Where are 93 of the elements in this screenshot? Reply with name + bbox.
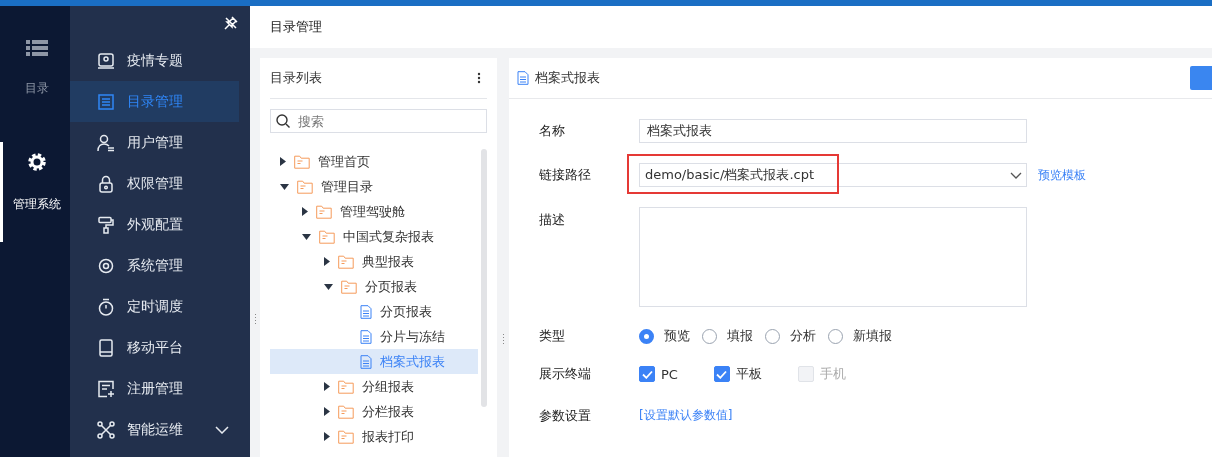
more-icon[interactable] [477,72,481,84]
description-field[interactable] [639,207,1027,307]
monitor-icon [97,51,115,70]
radio-button[interactable] [639,328,654,344]
chevron-down-icon [1010,171,1022,179]
name-field[interactable]: 档案式报表 [639,119,1027,143]
list-icon [97,92,115,111]
nav-item[interactable]: 定时调度 [70,286,239,327]
tree-item[interactable]: 管理首页 [270,149,478,174]
nav-item[interactable]: 外观配置 [70,204,239,245]
caret-down-icon [302,233,311,240]
check-icon [716,369,728,379]
folder-icon [338,429,354,444]
settings-icon [26,152,47,172]
nav-item[interactable]: 智能运维 [70,409,239,450]
detail-title: 档案式报表 [535,69,600,87]
radio-option[interactable]: 新填报 [828,327,892,345]
option-label: 填报 [727,327,753,345]
tree-item[interactable]: 典型报表 [270,249,478,274]
search-field[interactable]: 搜索 [270,109,487,133]
radio-option[interactable]: 填报 [702,327,753,345]
tree-item[interactable]: 分栏报表 [270,399,478,424]
tree-item[interactable]: 分组报表 [270,374,478,399]
list-icon [25,40,48,56]
user-icon [97,133,115,152]
option-label: 新填报 [853,327,892,345]
field-label: 链接路径 [539,166,592,184]
tree-item[interactable]: 报表打印 [270,424,478,449]
tree-item[interactable]: 管理目录 [270,174,478,199]
folder-icon [316,204,332,219]
tree-item[interactable]: 分页报表 [270,274,478,299]
folder-icon [341,279,357,294]
document-icon [517,71,529,85]
document-icon [360,354,372,369]
caret-right-icon [324,432,330,441]
option-label: 平板 [735,365,762,383]
paint-roller-icon [97,215,115,234]
document-icon [360,329,372,344]
option-label: 预览 [664,327,690,345]
gear-icon [97,256,115,275]
checkbox[interactable] [639,366,655,382]
field-label: 参数设置 [539,407,592,425]
pin-icon[interactable] [224,16,238,30]
nav-item[interactable]: 注册管理 [70,368,239,409]
field-label: 展示终端 [539,365,592,383]
default-params-link[interactable]: [设置默认参数值] [639,403,733,424]
caret-right-icon [302,207,308,216]
caret-right-icon [324,382,330,391]
nav-item[interactable]: 用户管理 [70,122,239,163]
drag-handle[interactable] [501,333,505,345]
lock-icon [97,174,115,193]
scrollbar[interactable] [481,149,487,407]
caret-down-icon [324,283,333,290]
tablet-icon [97,338,115,357]
check-icon [641,369,653,379]
checkbox[interactable] [713,366,730,382]
field-label: 类型 [539,327,566,345]
caret-right-icon [324,257,330,266]
field-label: 描述 [539,211,566,229]
caret-right-icon [324,407,330,416]
tree-item[interactable]: 中国式复杂报表 [270,224,478,249]
tree-item[interactable]: 管理驾驶舱 [270,199,478,224]
tree-item[interactable]: 分页报表 [270,299,478,324]
nav-item[interactable]: 权限管理 [70,163,239,204]
panel-title: 目录列表 [270,69,322,87]
option-label: 分析 [790,327,816,345]
nav-item[interactable]: 系统管理 [70,245,239,286]
nav-item[interactable]: 移动平台 [70,327,239,368]
folder-icon [338,379,354,394]
option-label: 手机 [819,365,846,383]
path-dropdown[interactable]: demo/basic/档案式报表.cpt [639,163,1027,187]
page-title: 目录管理 [270,18,322,36]
folder-icon [338,404,354,419]
caret-right-icon [280,157,286,166]
folder-icon [294,154,310,169]
preview-link[interactable]: 预览模板 [1038,166,1086,184]
drag-handle[interactable] [253,313,257,325]
radio-option[interactable]: 预览 [639,327,690,345]
document-icon [360,304,372,319]
rail-item[interactable]: 目录 [0,30,70,130]
network-icon [97,420,115,439]
folder-icon [338,254,354,269]
nav-item[interactable]: 疫情专题 [70,40,239,81]
radio-option[interactable]: 分析 [765,327,816,345]
tree-item[interactable]: 分片与冻结 [270,324,478,349]
field-label: 名称 [539,122,566,140]
search-icon [276,114,290,128]
folder-icon [297,179,313,194]
option-label: PC [661,366,678,382]
form-icon [97,379,115,398]
caret-down-icon [280,183,289,190]
stopwatch-icon [97,297,115,316]
folder-icon [319,229,335,244]
